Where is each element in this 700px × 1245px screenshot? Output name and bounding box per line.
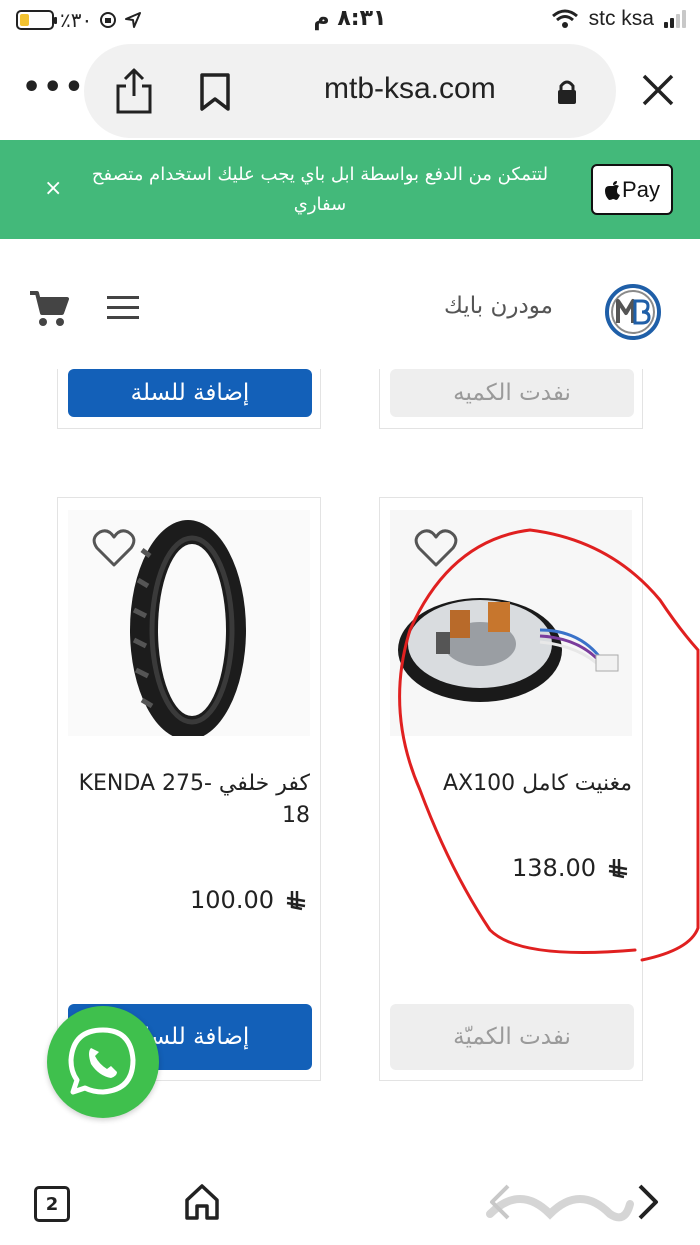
menu-icon[interactable] <box>107 296 139 320</box>
carrier-name: stc ksa <box>588 7 654 30</box>
riyal-currency-icon <box>286 891 306 911</box>
whatsapp-button[interactable] <box>47 1006 159 1118</box>
brand-name[interactable]: مودرن بايك <box>444 293 553 319</box>
url-text[interactable]: mtb-ksa.com <box>324 72 496 106</box>
apple-pay-banner: × لتتمكن من الدفع بواسطة ابل باي يجب علي… <box>0 140 700 239</box>
product-price: 138.00 <box>512 854 630 882</box>
close-tab-icon[interactable] <box>640 72 676 108</box>
brand-logo[interactable] <box>604 283 662 341</box>
status-bar: ٪٣٠ ٨:٣١ م stc ksa <box>0 0 700 40</box>
site-header: مودرن بايك <box>0 239 700 369</box>
cart-icon[interactable] <box>28 289 70 329</box>
home-icon[interactable] <box>182 1182 222 1222</box>
product-title[interactable]: كفر خلفي KENDA 275-18 <box>70 768 310 832</box>
add-to-cart-button[interactable]: إضافة للسلة <box>68 369 312 417</box>
soldout-button[interactable]: نفدت الكميّة <box>390 1004 634 1070</box>
lock-icon <box>558 80 576 104</box>
bookmark-icon[interactable] <box>198 72 232 112</box>
share-icon[interactable] <box>112 66 156 116</box>
back-arrow-icon[interactable] <box>484 1182 516 1222</box>
apple-logo-icon <box>605 180 621 200</box>
apple-pay-button[interactable]: Pay <box>591 164 673 215</box>
address-bar[interactable]: mtb-ksa.com <box>84 44 616 138</box>
wishlist-heart-icon[interactable] <box>92 528 136 568</box>
wishlist-heart-icon[interactable] <box>414 528 458 568</box>
product-price: 100.00 <box>190 886 308 914</box>
product-card[interactable]: مغنيت كامل AX100 138.00 نفدت الكميّة <box>379 497 643 1081</box>
whatsapp-icon <box>68 1027 136 1095</box>
browser-toolbar: 2 <box>0 1160 700 1245</box>
apple-pay-label: Pay <box>622 176 660 202</box>
banner-message: لتتمكن من الدفع بواسطة ابل باي يجب عليك … <box>91 164 549 215</box>
price-value: 138.00 <box>512 854 596 882</box>
signal-icon <box>664 10 686 28</box>
browser-url-row: ••• mtb-ksa.com <box>0 40 700 140</box>
banner-close-button[interactable]: × <box>44 176 62 201</box>
forward-arrow-icon[interactable] <box>632 1182 664 1222</box>
more-options-icon[interactable]: ••• <box>22 73 86 103</box>
riyal-currency-icon <box>608 859 628 879</box>
price-value: 100.00 <box>190 886 274 914</box>
product-card-top-right: نفدت الكميه <box>379 369 643 429</box>
product-title[interactable]: مغنيت كامل AX100 <box>392 768 632 800</box>
tabs-button[interactable]: 2 <box>34 1186 70 1222</box>
wifi-icon <box>551 9 578 28</box>
soldout-button[interactable]: نفدت الكميه <box>390 369 634 417</box>
product-card-top-left: إضافة للسلة <box>57 369 321 429</box>
status-right: stc ksa <box>551 7 686 31</box>
product-card[interactable]: كفر خلفي KENDA 275-18 100.00 إضافة للسلة <box>57 497 321 1081</box>
